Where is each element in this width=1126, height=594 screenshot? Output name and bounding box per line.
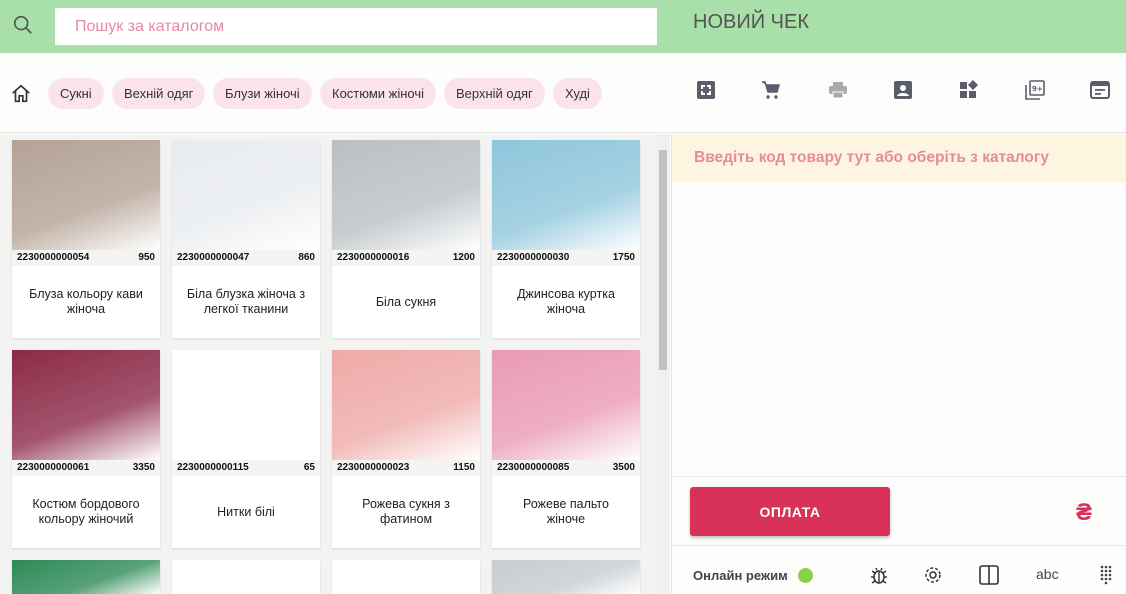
product-meta: 2230000000115 65 — [172, 460, 320, 476]
page-title: НОВИЙ ЧЕК — [693, 11, 809, 33]
product-image — [492, 560, 640, 594]
home-icon[interactable] — [10, 83, 32, 105]
scrollbar-thumb[interactable] — [659, 150, 667, 370]
widgets-icon[interactable] — [959, 80, 979, 100]
product-code: 2230000000085 — [497, 462, 570, 473]
product-name: Джинсова куртка жіноча — [517, 287, 615, 316]
product-code: 2230000000030 — [497, 252, 570, 263]
category-chip[interactable]: Сукні — [48, 78, 104, 109]
cart-icon[interactable] — [761, 80, 781, 100]
product-card[interactable]: 2230000000085 3500 Рожеве пальто жіноче — [492, 350, 640, 548]
bug-icon[interactable] — [868, 564, 890, 586]
currency-icon[interactable]: ₴ — [1076, 499, 1092, 527]
product-card[interactable]: 2230000000023 1150 Рожева сукня з фатином — [332, 350, 480, 548]
online-status-label: Онлайн режим — [693, 568, 788, 583]
product-card[interactable]: 2230000000115 65 Нитки білі — [172, 350, 320, 548]
keyboard-abc-button[interactable]: abc — [1036, 566, 1059, 582]
product-name: Костюм бордового кольору жіночий — [32, 497, 140, 526]
status-footer: Онлайн режим abc — [672, 545, 1126, 594]
product-meta: 2230000000030 1750 — [492, 250, 640, 266]
product-price: 1750 — [612, 252, 635, 263]
product-code: 2230000000054 — [17, 252, 90, 263]
product-price: 950 — [138, 252, 155, 263]
category-chip[interactable]: Костюми жіночі — [320, 78, 437, 109]
product-code: 2230000000023 — [337, 462, 410, 473]
scrollbar[interactable] — [656, 134, 670, 594]
product-card[interactable]: 2230000000047 860 Біла блузка жіноча з ле… — [172, 140, 320, 338]
product-meta: 2230000000047 860 — [172, 250, 320, 266]
product-card[interactable] — [172, 560, 320, 594]
fullscreen-icon[interactable] — [696, 80, 716, 100]
product-meta: 2230000000061 3350 — [12, 460, 160, 476]
product-meta: 2230000000085 3500 — [492, 460, 640, 476]
product-name: Біла блузка жіноча з легкої тканини — [186, 287, 306, 316]
product-meta: 2230000000016 1200 — [332, 250, 480, 266]
product-card[interactable] — [12, 560, 160, 594]
print-icon[interactable] — [828, 80, 848, 100]
product-image — [172, 140, 320, 250]
product-card[interactable]: 2230000000061 3350 Костюм бордового кольо… — [12, 350, 160, 548]
product-image — [12, 350, 160, 460]
product-price: 3350 — [132, 462, 155, 473]
category-chip[interactable]: Вехній одяг — [112, 78, 206, 109]
numpad-icon[interactable] — [1095, 564, 1117, 586]
product-image — [172, 560, 320, 594]
product-image — [492, 350, 640, 460]
product-name: Блуза кольору кави жіноча — [29, 287, 143, 316]
product-code: 2230000000061 — [17, 462, 90, 473]
pay-button[interactable]: ОПЛАТА — [690, 487, 890, 536]
receipt-panel: Введіть код товару тут або оберіть з кат… — [671, 134, 1126, 594]
product-card[interactable] — [332, 560, 480, 594]
product-price: 860 — [298, 252, 315, 263]
product-code: 2230000000047 — [177, 252, 250, 263]
product-grid: 2230000000054 950 Блуза кольору кави жіно… — [0, 134, 656, 594]
product-image — [12, 140, 160, 250]
product-image — [492, 140, 640, 250]
product-image — [172, 350, 320, 460]
settings-icon[interactable] — [922, 564, 944, 586]
product-card[interactable]: 2230000000054 950 Блуза кольору кави жіно… — [12, 140, 160, 338]
product-image — [12, 560, 160, 594]
product-price: 65 — [303, 462, 315, 473]
product-name: Рожева сукня з фатином — [362, 497, 450, 526]
product-image — [332, 350, 480, 460]
online-status-dot — [798, 568, 813, 583]
filter-9-plus-icon[interactable]: 9+ — [1025, 80, 1045, 100]
product-card[interactable]: 2230000000016 1200 Біла сукня — [332, 140, 480, 338]
category-chip[interactable]: Блузи жіночі — [213, 78, 312, 109]
product-image — [332, 560, 480, 594]
header: НОВИЙ ЧЕК — [0, 0, 1126, 53]
search-input[interactable] — [55, 8, 657, 45]
product-price: 3500 — [612, 462, 635, 473]
product-name: Нитки білі — [217, 504, 275, 519]
receipt-icon[interactable] — [1090, 80, 1110, 100]
payment-area: ОПЛАТА ₴ — [672, 476, 1126, 546]
search-icon[interactable] — [12, 14, 34, 36]
category-chip[interactable]: Верхній одяг — [444, 78, 545, 109]
product-card[interactable] — [492, 560, 640, 594]
product-price: 1200 — [452, 252, 475, 263]
split-view-icon[interactable] — [978, 564, 1000, 586]
product-name: Рожеве пальто жіноче — [523, 497, 609, 526]
product-meta: 2230000000054 950 — [12, 250, 160, 266]
code-input-hint[interactable]: Введіть код товару тут або оберіть з кат… — [672, 134, 1126, 182]
svg-text:9+: 9+ — [1032, 85, 1043, 93]
product-meta: 2230000000023 1150 — [332, 460, 480, 476]
product-name: Біла сукня — [375, 294, 437, 309]
product-code: 2230000000016 — [337, 252, 410, 263]
contact-icon[interactable] — [893, 80, 913, 100]
product-code: 2230000000115 — [177, 462, 249, 473]
product-image — [332, 140, 480, 250]
product-card[interactable]: 2230000000030 1750 Джинсова куртка жіноча — [492, 140, 640, 338]
category-chip[interactable]: Худі — [553, 78, 602, 109]
product-price: 1150 — [453, 462, 475, 473]
